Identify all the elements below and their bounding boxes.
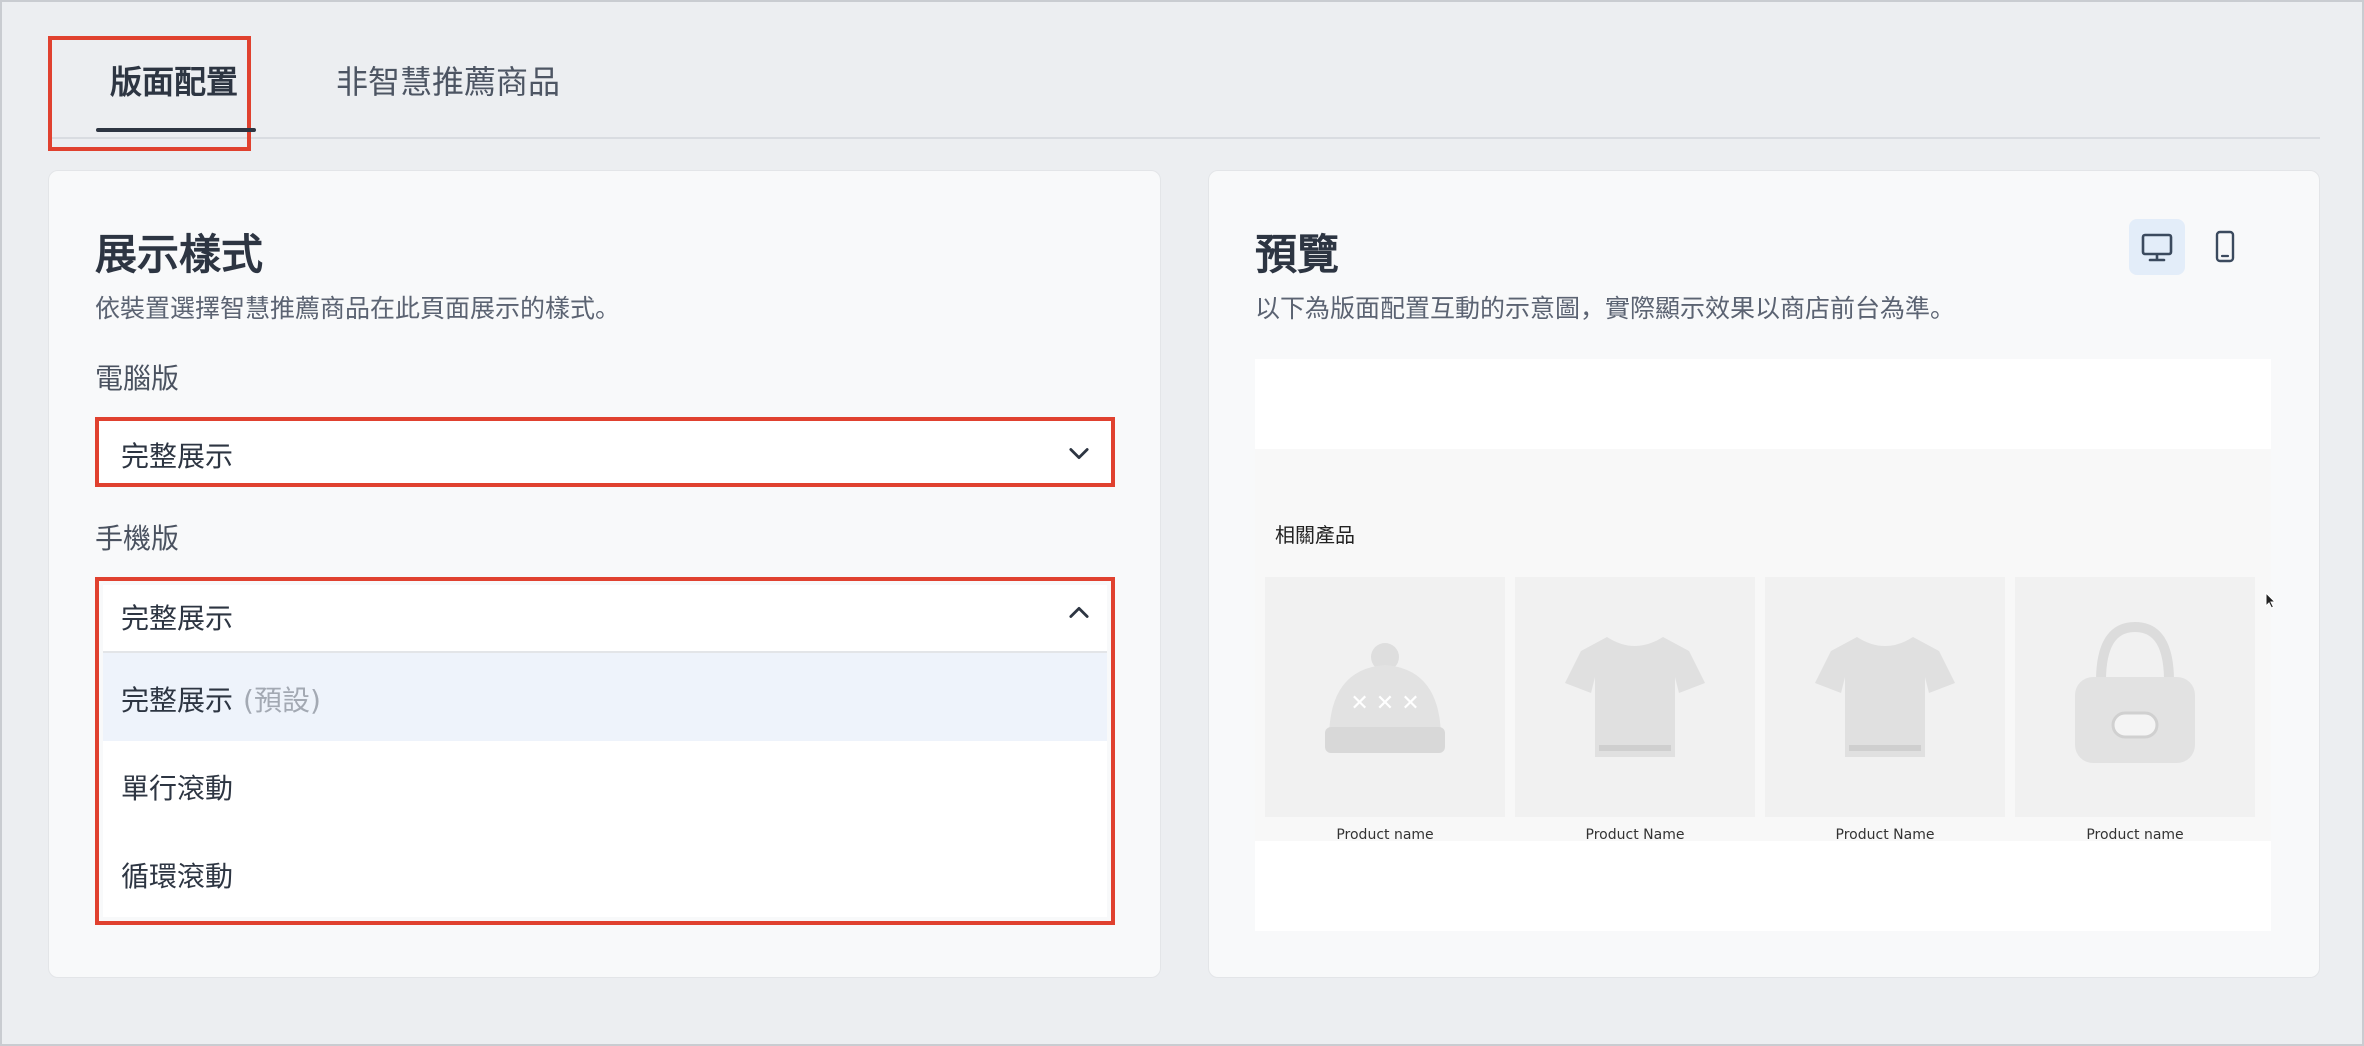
display-style-title: 展示樣式 bbox=[95, 230, 264, 279]
product-image: ✕ ✕ ✕ bbox=[1265, 577, 1505, 817]
product-image bbox=[1765, 577, 2005, 817]
svg-text:✕ ✕ ✕: ✕ ✕ ✕ bbox=[1350, 691, 1419, 716]
tab-layout[interactable]: 版面配置 bbox=[96, 60, 256, 132]
tshirt-icon bbox=[1565, 637, 1705, 757]
mobile-style-dropdown: 完整展示 完整展示 (預設) 單行滾動 循環滾動 bbox=[95, 577, 1115, 925]
mouse-cursor-icon bbox=[2265, 592, 2277, 609]
option-loop-scroll[interactable]: 循環滾動 bbox=[103, 829, 1107, 917]
tab-non-smart-label: 非智慧推薦商品 bbox=[336, 63, 561, 101]
related-products-section: 相關產品 ✕ ✕ ✕ Product name Product Name Pro… bbox=[1255, 449, 2271, 843]
desktop-icon bbox=[2141, 233, 2173, 262]
preview-subtitle: 以下為版面配置互動的示意圖，實際顯示效果以商店前台為準。 bbox=[1255, 294, 1956, 323]
product-image bbox=[1515, 577, 1755, 817]
option-full-display[interactable]: 完整展示 (預設) bbox=[103, 653, 1107, 741]
product-name: Product Name bbox=[1585, 827, 1685, 843]
tshirt-icon bbox=[1815, 637, 1955, 757]
mobile-preview-button[interactable] bbox=[2197, 219, 2253, 275]
product-name: Product name bbox=[2086, 827, 2184, 843]
option-label: 單行滾動 bbox=[121, 772, 234, 805]
mobile-icon bbox=[2215, 230, 2235, 263]
tab-layout-label: 版面配置 bbox=[110, 63, 239, 101]
product-card: Product Name bbox=[1515, 577, 1755, 843]
product-card: ✕ ✕ ✕ Product name bbox=[1265, 577, 1505, 843]
product-name: Product name bbox=[1336, 827, 1434, 843]
option-label: 循環滾動 bbox=[121, 860, 234, 893]
option-default-hint: (預設) bbox=[243, 684, 321, 717]
option-single-row-scroll[interactable]: 單行滾動 bbox=[103, 741, 1107, 829]
beanie-icon: ✕ ✕ ✕ bbox=[1325, 643, 1445, 753]
tab-bar: 版面配置 非智慧推薦商品 bbox=[48, 2, 2320, 151]
related-products-title: 相關產品 bbox=[1275, 523, 1355, 547]
mobile-label: 手機版 bbox=[95, 522, 180, 555]
option-label: 完整展示 bbox=[121, 684, 234, 717]
product-name: Product Name bbox=[1835, 827, 1935, 843]
display-style-card: 展示樣式 依裝置選擇智慧推薦商品在此頁面展示的樣式。 電腦版 完整展示 手機版 … bbox=[48, 170, 1161, 978]
tab-non-smart-products[interactable]: 非智慧推薦商品 bbox=[336, 60, 560, 104]
product-card: Product Name bbox=[1765, 577, 2005, 843]
desktop-style-select[interactable]: 完整展示 bbox=[95, 417, 1115, 487]
preview-canvas: 相關產品 ✕ ✕ ✕ Product name Product Name Pro… bbox=[1255, 359, 2271, 931]
desktop-select-value: 完整展示 bbox=[121, 440, 234, 473]
preview-title: 預覽 bbox=[1255, 230, 1340, 279]
product-card: Product name bbox=[2015, 577, 2255, 843]
product-image bbox=[2015, 577, 2255, 817]
desktop-preview-button[interactable] bbox=[2129, 219, 2185, 275]
mobile-style-select[interactable]: 完整展示 bbox=[103, 585, 1107, 653]
mobile-style-options: 完整展示 (預設) 單行滾動 循環滾動 bbox=[103, 653, 1107, 917]
tab-active-underline bbox=[96, 128, 256, 132]
preview-card: 預覽 以下為版面配置互動的示意圖，實際顯示效果以商店前台為準。 相關產品 ✕ ✕… bbox=[1208, 170, 2320, 978]
mobile-select-value: 完整展示 bbox=[121, 602, 234, 635]
chevron-up-icon bbox=[1069, 606, 1089, 618]
desktop-label: 電腦版 bbox=[95, 362, 180, 395]
chevron-down-icon bbox=[1069, 448, 1089, 460]
display-style-subtitle: 依裝置選擇智慧推薦商品在此頁面展示的樣式。 bbox=[95, 294, 621, 323]
handbag-icon bbox=[2075, 621, 2195, 763]
